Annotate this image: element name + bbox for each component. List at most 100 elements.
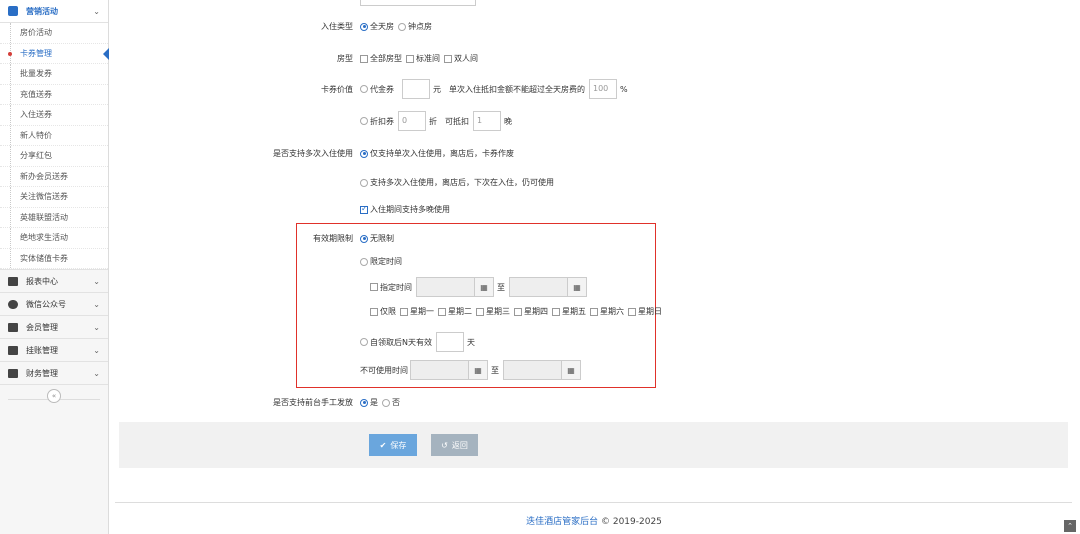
back-button[interactable]: ↺ 返回	[431, 434, 478, 456]
collapse-sidebar-button[interactable]: «	[47, 389, 61, 403]
sidebar-item-stored-value-card[interactable]: 实体储值卡券	[0, 248, 108, 269]
previous-field-input[interactable]	[360, 0, 476, 6]
bar-chart-icon	[8, 276, 18, 286]
radio-hourly[interactable]	[398, 22, 406, 31]
validity-limited-option: 限定时间	[360, 256, 406, 267]
footer-divider	[115, 502, 1072, 503]
checkbox-double-room[interactable]	[444, 54, 452, 63]
start-date-picker[interactable]: ▦	[416, 277, 494, 297]
checkbox-sunday[interactable]	[628, 307, 636, 316]
checkin-type-options: 全天房 钟点房	[360, 21, 436, 32]
radio-discount-coupon[interactable]	[360, 117, 368, 125]
cloud-icon	[8, 299, 18, 309]
calendar-icon[interactable]: ▦	[567, 277, 587, 297]
checkbox-wednesday[interactable]	[476, 307, 484, 316]
checkbox-thursday[interactable]	[514, 307, 522, 316]
active-dot	[8, 51, 12, 56]
sidebar-item-batch-issue[interactable]: 批量发券	[0, 64, 108, 85]
checkbox-tuesday[interactable]	[438, 307, 446, 316]
sidebar-item-share-redpacket[interactable]: 分享红包	[0, 146, 108, 167]
multi-use-label: 是否支持多次入住使用	[273, 149, 353, 158]
checkbox-friday[interactable]	[552, 307, 560, 316]
room-type-label: 房型	[337, 54, 353, 63]
discount-coupon-row: 折扣券 0 折 可抵扣 1 晚	[360, 111, 516, 131]
check-icon: ✔	[379, 440, 387, 450]
chevron-down-icon: ⌄	[93, 368, 100, 378]
sidebar-item-newcomer-special[interactable]: 新人特价	[0, 125, 108, 146]
cash-amount-input[interactable]	[402, 79, 430, 99]
unavailable-start-picker[interactable]: ▦	[410, 360, 488, 380]
unavailable-end-picker[interactable]: ▦	[503, 360, 581, 380]
single-use-option: 仅支持单次入住使用，离店后，卡券作废	[360, 148, 518, 159]
calendar-icon[interactable]: ▦	[468, 360, 488, 380]
footer-copyright: © 2019-2025	[600, 517, 662, 527]
scroll-to-top-button[interactable]: ⌃	[1064, 520, 1076, 532]
weekday-row: 仅限 星期一 星期二 星期三 星期四 星期五 星期六 星期日	[370, 306, 666, 317]
radio-after-claim[interactable]	[360, 338, 368, 346]
sidebar-item-pubg-event[interactable]: 绝地求生活动	[0, 228, 108, 249]
chevron-down-icon: ⌄	[93, 299, 100, 309]
checkbox-standard-room[interactable]	[406, 54, 414, 63]
sidebar-menu-reports[interactable]: 报表中心 ⌄	[0, 270, 108, 293]
footer-brand-link[interactable]: 迭佳酒店管家后台	[526, 517, 598, 527]
unavailable-time-row: 不可使用时间 ▦ 至 ▦	[360, 360, 581, 380]
checkbox-specified-time[interactable]	[370, 283, 378, 291]
nights-input[interactable]: 1	[473, 111, 501, 131]
sidebar-menu-wechat[interactable]: 微信公众号 ⌄	[0, 293, 108, 316]
footer: 迭佳酒店管家后台 © 2019-2025	[0, 514, 1080, 527]
radio-multi-use[interactable]	[360, 178, 368, 187]
unavailable-end-input[interactable]	[503, 360, 561, 380]
sidebar-group-marketing[interactable]: 营销活动 ⌄	[0, 0, 108, 23]
radio-single-use[interactable]	[360, 149, 368, 158]
radio-cash-coupon[interactable]	[360, 85, 368, 93]
sidebar-group-label: 营销活动	[26, 6, 58, 16]
sidebar-item-checkin-gift[interactable]: 入住送券	[0, 105, 108, 126]
calendar-icon[interactable]: ▦	[561, 360, 581, 380]
end-date-input[interactable]	[509, 277, 567, 297]
discount-value-input[interactable]: 0	[398, 111, 426, 131]
cutlery-icon	[8, 368, 18, 378]
radio-manual-no[interactable]	[382, 398, 390, 407]
chevron-down-icon: ⌄	[93, 345, 100, 355]
sidebar-item-recharge-gift[interactable]: 充值送券	[0, 84, 108, 105]
checkbox-saturday[interactable]	[590, 307, 598, 316]
chevron-down-icon: ⌄	[93, 276, 100, 286]
checkbox-only[interactable]	[370, 307, 378, 316]
checkbox-multi-night[interactable]	[360, 204, 368, 214]
sidebar: 营销活动 ⌄ 房价活动 卡券管理 批量发券 充值送券 入住送券 新人特价 分享红…	[0, 0, 109, 534]
calendar-icon[interactable]: ▦	[474, 277, 494, 297]
users-icon	[8, 322, 18, 332]
sidebar-menu-accounts[interactable]: 挂账管理 ⌄	[0, 339, 108, 362]
checkbox-monday[interactable]	[400, 307, 408, 316]
coupon-value-label: 卡券价值	[321, 85, 353, 94]
sidebar-menu-members[interactable]: 会员管理 ⌄	[0, 316, 108, 339]
radio-manual-yes[interactable]	[360, 398, 368, 407]
sidebar-item-room-price[interactable]: 房价活动	[0, 23, 108, 44]
manual-issue-options: 是 否	[360, 397, 404, 408]
radio-full-day[interactable]	[360, 22, 368, 31]
sidebar-item-new-member-gift[interactable]: 新办会员送券	[0, 166, 108, 187]
gift-icon	[8, 6, 18, 16]
room-type-options: 全部房型 标准间 双人间	[360, 53, 482, 64]
multi-night-option: 入住期间支持多晚使用	[360, 204, 454, 215]
valid-days-input[interactable]	[435, 332, 464, 352]
validity-unlimited-option: 无限制	[360, 233, 398, 244]
sidebar-item-wechat-follow-gift[interactable]: 关注微信送券	[0, 187, 108, 208]
sidebar-item-lol-event[interactable]: 英雄联盟活动	[0, 207, 108, 228]
multi-use-option: 支持多次入住使用，离店后，下次在入住，仍可使用	[360, 177, 558, 188]
validity-label: 有效期限制	[313, 234, 353, 243]
save-button[interactable]: ✔ 保存	[369, 434, 417, 456]
unavailable-start-input[interactable]	[410, 360, 468, 380]
manual-issue-label: 是否支持前台手工发放	[273, 398, 353, 407]
start-date-input[interactable]	[416, 277, 474, 297]
end-date-picker[interactable]: ▦	[509, 277, 587, 297]
after-claim-row: 自领取后N天有效 天	[360, 332, 479, 352]
sidebar-item-coupon-management[interactable]: 卡券管理	[0, 43, 109, 64]
checkbox-all-rooms[interactable]	[360, 54, 368, 63]
radio-limited-time[interactable]	[360, 257, 368, 266]
specified-time-row: 指定时间 ▦ 至 ▦	[370, 277, 587, 297]
radio-unlimited[interactable]	[360, 234, 368, 243]
chevron-down-icon: ⌄	[93, 6, 100, 16]
sidebar-menu-finance[interactable]: 财务管理 ⌄	[0, 362, 108, 385]
percent-input[interactable]: 100	[589, 79, 617, 99]
